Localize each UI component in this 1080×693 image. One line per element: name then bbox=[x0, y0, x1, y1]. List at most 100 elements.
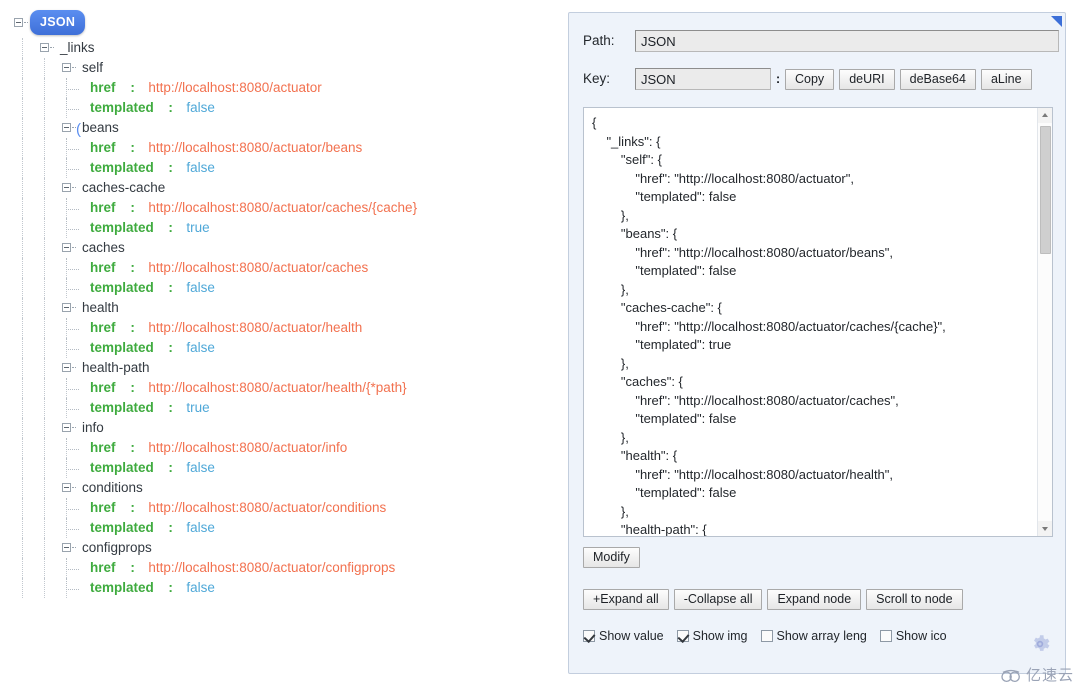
tree-bool-value[interactable]: false bbox=[186, 98, 215, 118]
tree-node-label[interactable]: self bbox=[82, 58, 103, 78]
show-array-leng-checkbox-item[interactable]: Show array leng bbox=[761, 626, 867, 646]
expand-all-button[interactable]: +Expand all bbox=[583, 589, 669, 610]
tree-node-label[interactable]: caches-cache bbox=[82, 178, 165, 198]
tree-url-value[interactable]: http://localhost:8080/actuator/configpro… bbox=[148, 558, 395, 578]
tree-node-label[interactable]: configprops bbox=[82, 538, 152, 558]
tree-toggle-icon[interactable] bbox=[62, 123, 71, 132]
show-value-checkbox-item[interactable]: Show value bbox=[583, 626, 664, 646]
tree-guide-line bbox=[22, 138, 23, 158]
tree-elbow-line bbox=[66, 498, 79, 510]
show-img-checkbox[interactable] bbox=[677, 630, 689, 642]
tree-bool-value[interactable]: false bbox=[186, 278, 215, 298]
show-ico-checkbox-item[interactable]: Show ico bbox=[880, 626, 947, 646]
tree-key-colon: : bbox=[130, 438, 135, 458]
collapse-all-button[interactable]: -Collapse all bbox=[674, 589, 763, 610]
tree-guide-line bbox=[44, 558, 45, 578]
tree-node-label[interactable]: beans bbox=[82, 118, 119, 138]
scroll-to-node-button[interactable]: Scroll to node bbox=[866, 589, 962, 610]
path-label: Path: bbox=[583, 30, 635, 52]
scroll-down-arrow-icon[interactable] bbox=[1038, 521, 1053, 536]
tree-elbow-line bbox=[66, 98, 79, 110]
expand-node-button[interactable]: Expand node bbox=[767, 589, 861, 610]
copy-button[interactable]: Copy bbox=[785, 69, 834, 90]
debase64-button[interactable]: deBase64 bbox=[900, 69, 976, 90]
tree-url-value[interactable]: http://localhost:8080/actuator/info bbox=[148, 438, 347, 458]
tree-guide-line bbox=[22, 98, 23, 118]
show-array-leng-checkbox[interactable] bbox=[761, 630, 773, 642]
tree-url-value[interactable]: http://localhost:8080/actuator/health/{*… bbox=[148, 378, 406, 398]
tree-guide-line bbox=[22, 278, 23, 298]
tree-node-label[interactable]: conditions bbox=[82, 478, 143, 498]
show-ico-checkbox-label[interactable]: Show ico bbox=[896, 629, 947, 643]
tree-key-label: href bbox=[90, 558, 116, 578]
tree-url-value[interactable]: http://localhost:8080/actuator/caches/{c… bbox=[148, 198, 417, 218]
site-watermark: 亿速云 bbox=[1000, 663, 1074, 689]
aline-button[interactable]: aLine bbox=[981, 69, 1032, 90]
tree-bool-value[interactable]: true bbox=[186, 398, 209, 418]
scrollbar-thumb[interactable] bbox=[1040, 126, 1051, 254]
tree-bool-value[interactable]: true bbox=[186, 218, 209, 238]
show-ico-checkbox[interactable] bbox=[880, 630, 892, 642]
tree-toggle-icon[interactable] bbox=[62, 183, 71, 192]
deuri-button[interactable]: deURI bbox=[839, 69, 894, 90]
collapse-panel-triangle-icon[interactable] bbox=[1051, 16, 1062, 27]
tree-guide-line bbox=[22, 378, 23, 398]
tree-toggle-icon[interactable] bbox=[62, 63, 71, 72]
tree-toggle-icon[interactable] bbox=[62, 423, 71, 432]
tree-elbow-line bbox=[66, 438, 79, 450]
tree-key-label: href bbox=[90, 498, 116, 518]
tree-guide-line bbox=[44, 338, 45, 358]
tree-toggle-icon[interactable] bbox=[62, 303, 71, 312]
tree-url-value[interactable]: http://localhost:8080/actuator/caches bbox=[148, 258, 368, 278]
tree-bool-value[interactable]: false bbox=[186, 338, 215, 358]
tree-key-label: templated bbox=[90, 398, 154, 418]
modify-button-row: Modify bbox=[583, 547, 645, 568]
show-value-checkbox-label[interactable]: Show value bbox=[599, 629, 664, 643]
root-badge[interactable]: JSON bbox=[30, 10, 85, 35]
tree-key-label: href bbox=[90, 138, 116, 158]
tree-key-label: templated bbox=[90, 578, 154, 598]
tree-key-colon: : bbox=[168, 338, 173, 358]
tree-node-label[interactable]: _links bbox=[60, 38, 95, 58]
show-array-leng-checkbox-label[interactable]: Show array leng bbox=[777, 629, 867, 643]
tree-guide-line bbox=[22, 338, 23, 358]
tree-elbow-line bbox=[66, 398, 79, 410]
scroll-up-arrow-icon[interactable] bbox=[1038, 108, 1053, 123]
root-toggle-icon[interactable] bbox=[14, 18, 23, 27]
show-img-checkbox-item[interactable]: Show img bbox=[677, 626, 748, 646]
textarea-scrollbar[interactable] bbox=[1037, 108, 1052, 536]
tree-node-label[interactable]: caches bbox=[82, 238, 125, 258]
tree-key-colon: : bbox=[130, 258, 135, 278]
json-source-textarea[interactable]: { "_links": { "self": { "href": "http://… bbox=[583, 107, 1053, 537]
tree-elbow-line bbox=[66, 138, 79, 150]
modify-button[interactable]: Modify bbox=[583, 547, 640, 568]
tree-toggle-icon[interactable] bbox=[62, 363, 71, 372]
tree-bool-value[interactable]: false bbox=[186, 578, 215, 598]
tree-bool-value[interactable]: false bbox=[186, 458, 215, 478]
tree-node-label[interactable]: health bbox=[82, 298, 119, 318]
tree-key-colon: : bbox=[168, 278, 173, 298]
tree-key-label: templated bbox=[90, 338, 154, 358]
tree-toggle-icon[interactable] bbox=[62, 243, 71, 252]
tree-url-value[interactable]: http://localhost:8080/actuator/health bbox=[148, 318, 362, 338]
tree-toggle-icon[interactable] bbox=[62, 483, 71, 492]
show-value-checkbox[interactable] bbox=[583, 630, 595, 642]
tree-url-value[interactable]: http://localhost:8080/actuator bbox=[148, 78, 321, 98]
tree-bool-value[interactable]: false bbox=[186, 518, 215, 538]
tree-guide-line bbox=[44, 538, 45, 558]
tree-url-value[interactable]: http://localhost:8080/actuator/condition… bbox=[148, 498, 386, 518]
tree-bool-value[interactable]: false bbox=[186, 158, 215, 178]
tree-url-value[interactable]: http://localhost:8080/actuator/beans bbox=[148, 138, 362, 158]
tree-toggle-icon[interactable] bbox=[40, 43, 49, 52]
path-input[interactable] bbox=[635, 30, 1059, 52]
tree-key-colon: : bbox=[168, 218, 173, 238]
tree-guide-line bbox=[44, 58, 45, 78]
json-tree-panel[interactable]: JSON_linksselfhref:http://localhost:8080… bbox=[0, 0, 556, 693]
gear-icon[interactable] bbox=[1029, 633, 1051, 655]
tree-node-label[interactable]: health-path bbox=[82, 358, 150, 378]
path-field-row: Path: bbox=[583, 30, 1059, 52]
tree-node-label[interactable]: info bbox=[82, 418, 104, 438]
tree-toggle-icon[interactable] bbox=[62, 543, 71, 552]
show-img-checkbox-label[interactable]: Show img bbox=[693, 629, 748, 643]
key-input[interactable] bbox=[635, 68, 771, 90]
